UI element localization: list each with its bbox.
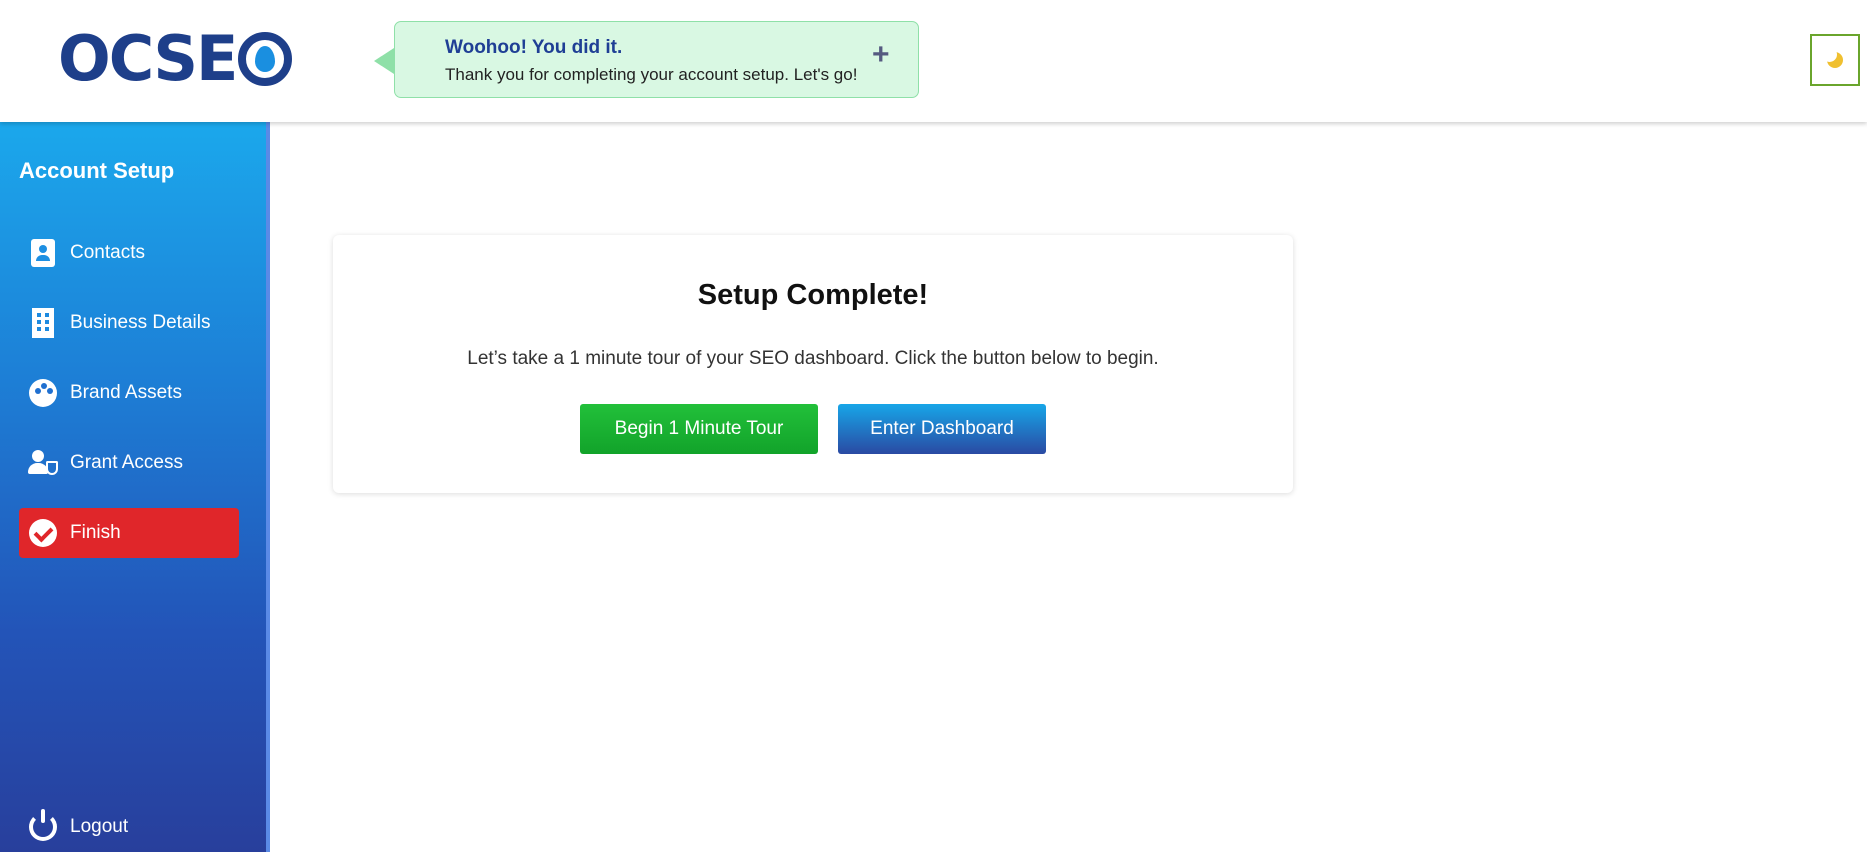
top-header: OCSE Woohoo! You did it. Thank you for c… — [0, 0, 1867, 122]
sidebar-item-brand-assets[interactable]: Brand Assets — [19, 368, 239, 418]
sidebar-item-label: Finish — [70, 522, 121, 543]
begin-tour-button[interactable]: Begin 1 Minute Tour — [580, 404, 818, 454]
enter-dashboard-button[interactable]: Enter Dashboard — [838, 404, 1046, 454]
sidebar-item-label: Grant Access — [70, 452, 183, 473]
palette-icon — [28, 378, 58, 408]
toast-close-icon[interactable]: + — [872, 40, 890, 70]
card-title: Setup Complete! — [697, 279, 929, 311]
building-icon — [28, 308, 58, 338]
toast-title: Woohoo! You did it. — [445, 37, 623, 58]
sidebar-item-finish[interactable]: Finish — [19, 508, 239, 558]
logout-button[interactable]: Logout — [19, 802, 239, 852]
moon-icon — [1822, 47, 1843, 68]
success-toast: Woohoo! You did it. Thank you for comple… — [394, 21, 919, 98]
sidebar-item-label: Brand Assets — [70, 382, 182, 403]
user-shield-icon — [28, 448, 58, 478]
card-description: Let’s take a 1 minute tour of your SEO d… — [467, 348, 1159, 369]
check-circle-icon — [28, 518, 58, 548]
sidebar-item-label: Contacts — [70, 242, 145, 263]
contacts-icon — [28, 238, 58, 268]
sidebar-item-contacts[interactable]: Contacts — [19, 228, 239, 278]
toast-message: Thank you for completing your account se… — [445, 65, 858, 84]
toast-pointer — [374, 48, 394, 74]
logo-text: OCSE — [58, 22, 238, 95]
sidebar-item-business-details[interactable]: Business Details — [19, 298, 239, 348]
sidebar-item-label: Business Details — [70, 312, 211, 333]
power-icon — [28, 809, 58, 842]
sidebar: Account Setup Contacts Business Details … — [0, 122, 270, 852]
flame-icon — [238, 32, 293, 86]
sidebar-title: Account Setup — [19, 158, 175, 183]
theme-toggle-button[interactable] — [1810, 34, 1860, 86]
ocseo-logo[interactable]: OCSE — [58, 22, 293, 95]
setup-complete-card: Setup Complete! Let’s take a 1 minute to… — [333, 235, 1293, 493]
sidebar-item-grant-access[interactable]: Grant Access — [19, 438, 239, 488]
logout-label: Logout — [70, 816, 129, 837]
